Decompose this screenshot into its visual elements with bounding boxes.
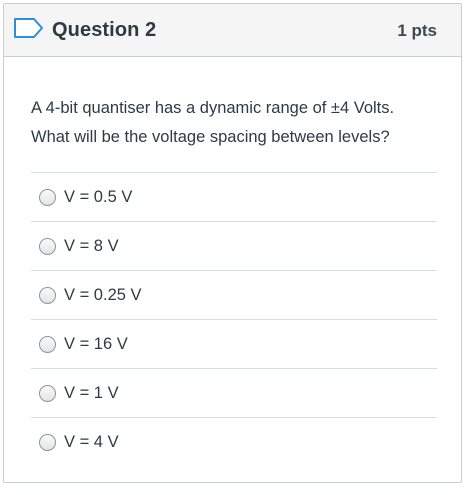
flag-question-icon[interactable] — [13, 16, 45, 40]
radio-unchecked-icon[interactable] — [39, 384, 56, 402]
question-body: A 4-bit quantiser has a dynamic range of… — [4, 94, 461, 466]
answer-option-3[interactable]: V = 0.25 V — [31, 271, 437, 320]
answer-list: V = 0.5 V V = 8 V V = 0.25 V V = 16 V V … — [31, 172, 437, 466]
answer-label[interactable]: V = 8 V — [64, 237, 119, 256]
question-card: Question 2 1 pts A 4-bit quantiser has a… — [3, 3, 462, 483]
answer-label[interactable]: V = 4 V — [64, 433, 119, 452]
answer-option-4[interactable]: V = 16 V — [31, 320, 437, 369]
question-points: 1 pts — [397, 21, 437, 40]
answer-option-1[interactable]: V = 0.5 V — [31, 173, 437, 222]
answer-label[interactable]: V = 0.5 V — [64, 188, 132, 207]
answer-option-5[interactable]: V = 1 V — [31, 369, 437, 418]
question-title: Question 2 — [52, 19, 157, 41]
question-text: A 4-bit quantiser has a dynamic range of… — [31, 99, 395, 146]
radio-unchecked-icon[interactable] — [39, 433, 56, 451]
radio-unchecked-icon[interactable] — [39, 335, 56, 353]
radio-unchecked-icon[interactable] — [39, 188, 56, 206]
answer-option-6[interactable]: V = 4 V — [31, 418, 437, 466]
radio-unchecked-icon[interactable] — [39, 237, 56, 255]
answer-option-2[interactable]: V = 8 V — [31, 222, 437, 271]
question-header: Question 2 1 pts — [4, 4, 461, 57]
radio-unchecked-icon[interactable] — [39, 286, 56, 304]
answer-label[interactable]: V = 1 V — [64, 384, 119, 403]
answer-label[interactable]: V = 16 V — [64, 335, 128, 354]
answer-label[interactable]: V = 0.25 V — [64, 286, 142, 305]
